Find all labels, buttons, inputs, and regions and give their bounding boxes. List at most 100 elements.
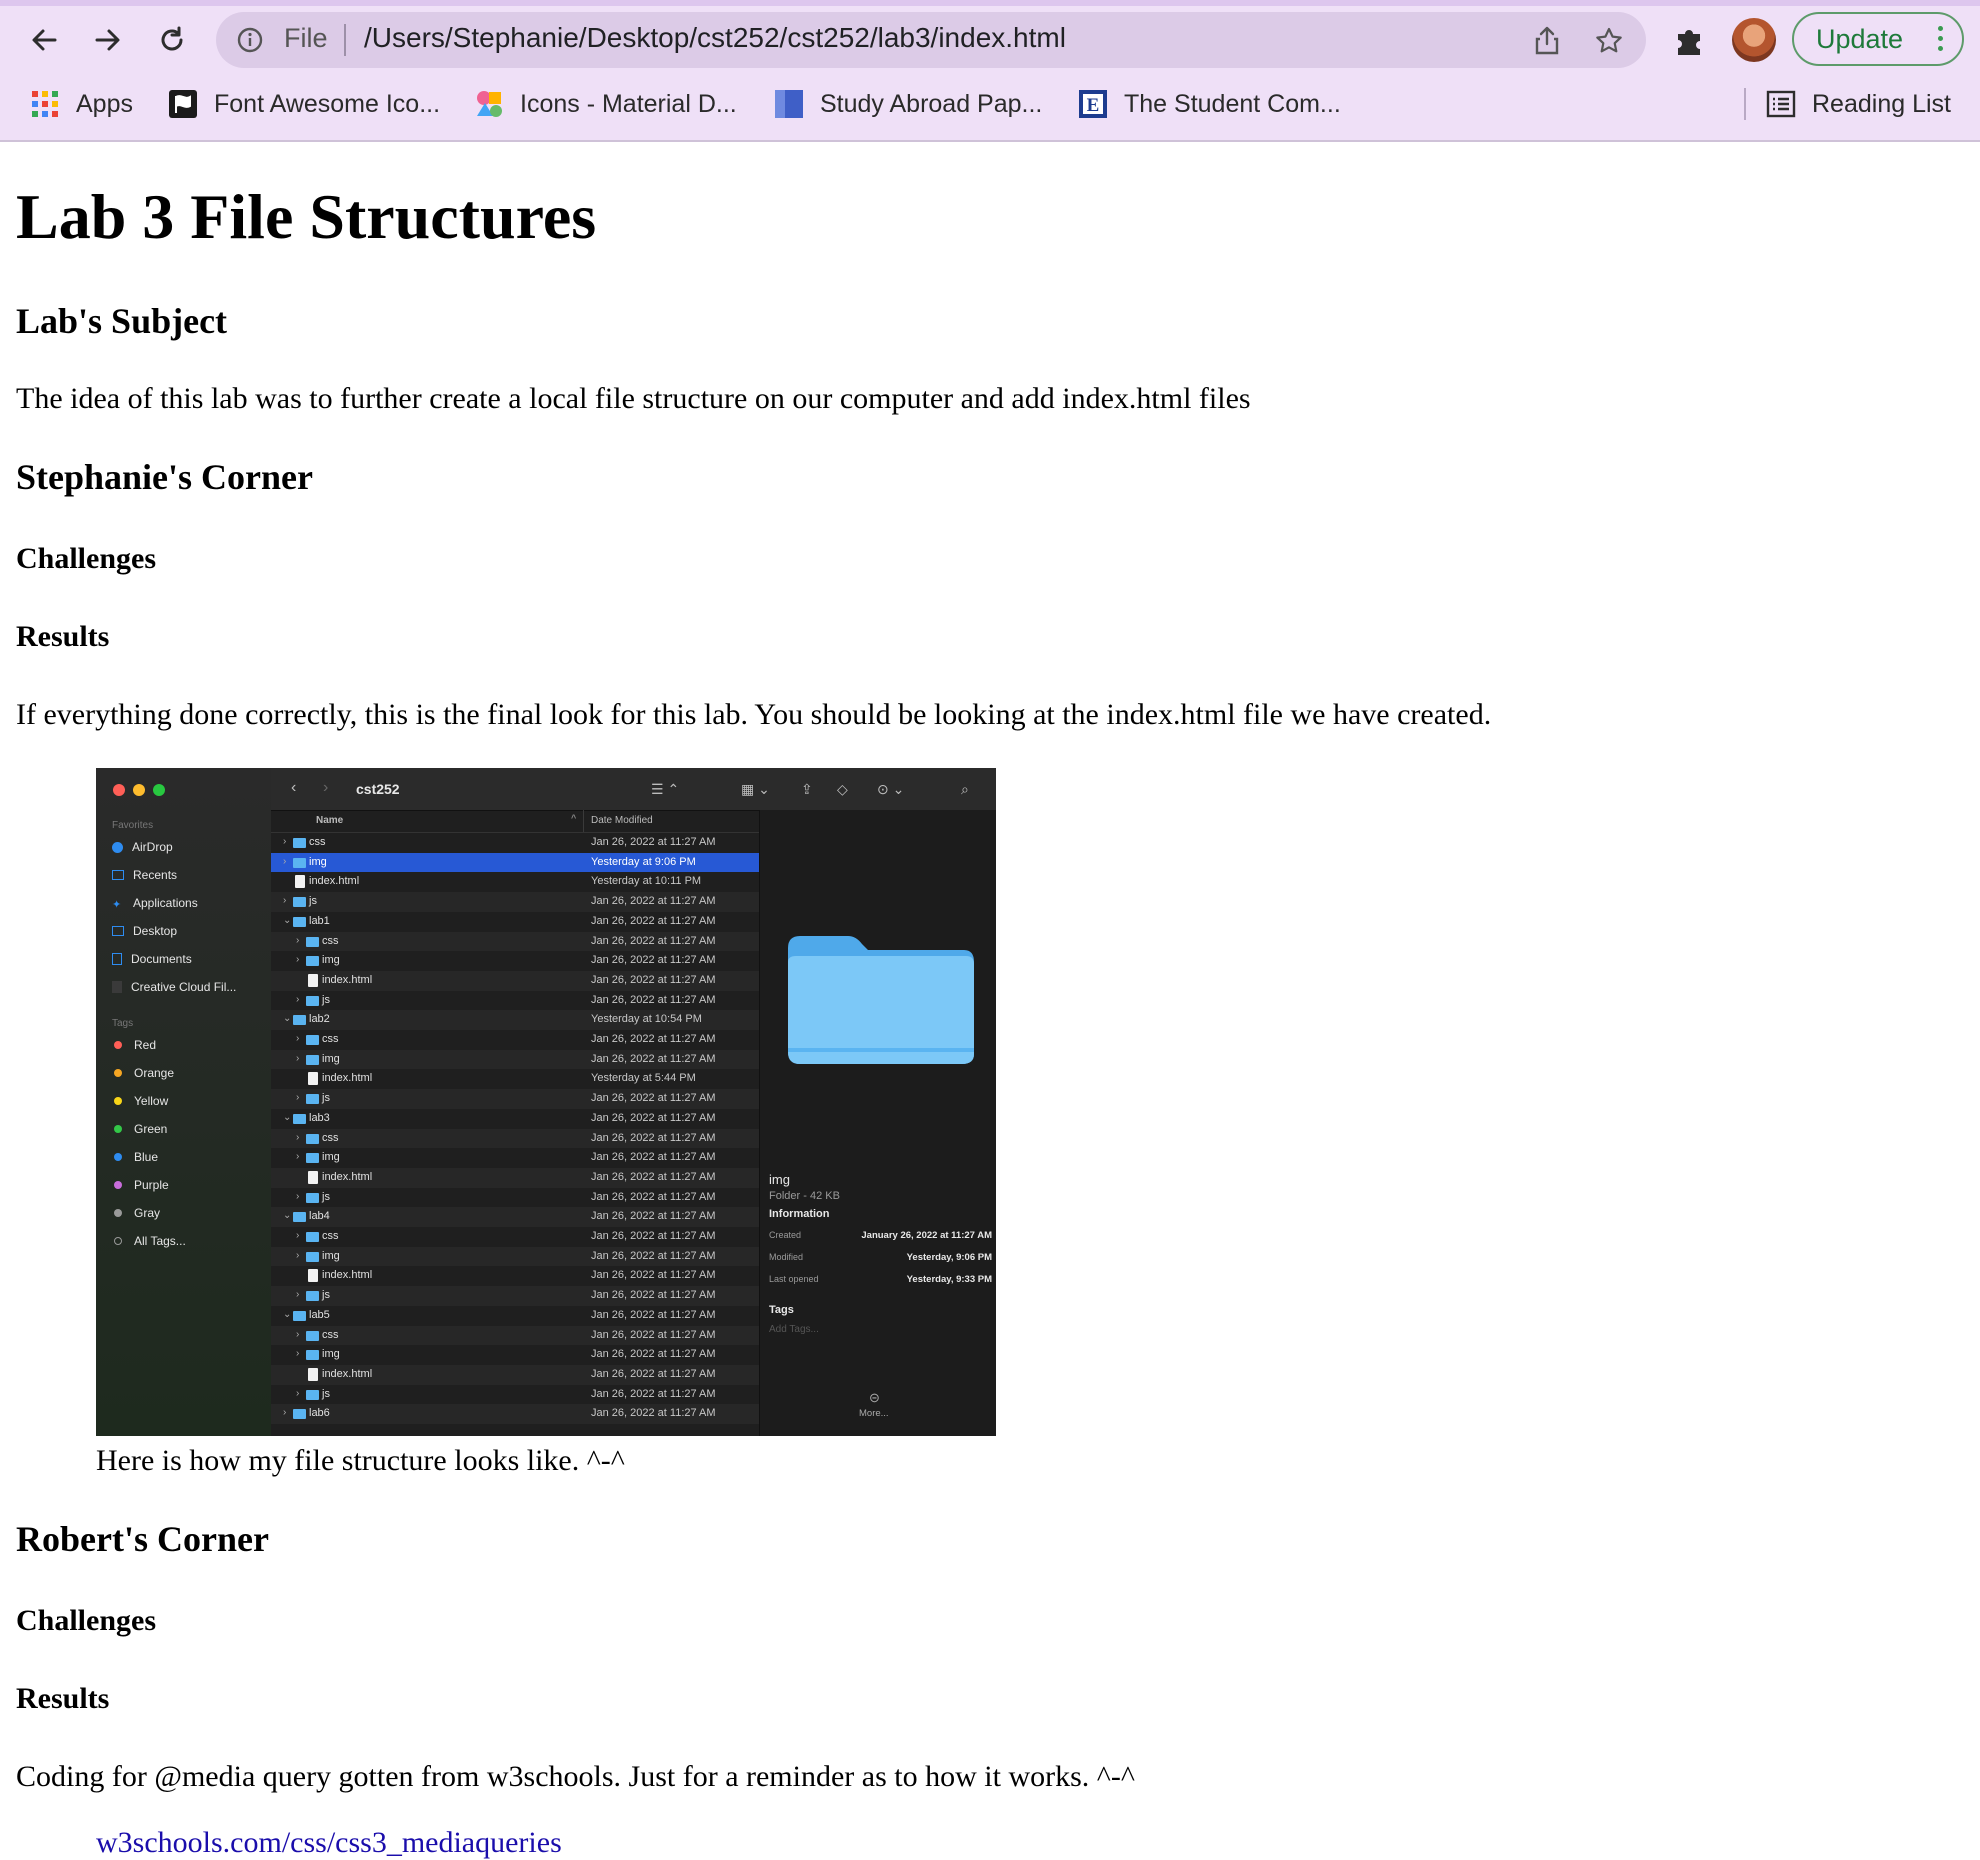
file-name: img	[322, 954, 340, 967]
sidebar-item-applications: ✦ Applications	[112, 896, 198, 911]
file-name: js	[322, 1092, 330, 1105]
date-modified: Jan 26, 2022 at 11:27 AM	[591, 1151, 716, 1164]
tag-icon: ◇	[837, 781, 848, 797]
file-name: css	[322, 1033, 339, 1045]
file-name: css	[322, 1328, 339, 1341]
date-modified: Jan 26, 2022 at 11:27 AM	[591, 1170, 716, 1183]
desktop-icon	[112, 926, 124, 936]
sidebar-all-tags: All Tags...	[112, 1234, 186, 1248]
finder-forward-icon: ›	[323, 779, 329, 796]
folder-icon	[293, 1310, 306, 1321]
finder-window-title: cst252	[356, 781, 400, 797]
collapsed-chevron-icon: ›	[296, 1151, 300, 1163]
site-info-icon[interactable]	[236, 26, 264, 54]
date-modified: Jan 26, 2022 at 11:27 AM	[591, 1387, 716, 1400]
bookmark-student-com[interactable]: E The Student Com...	[1078, 84, 1341, 124]
finder-row: › img Jan 26, 2022 at 11:27 AM	[271, 1246, 759, 1267]
menu-dots-icon[interactable]	[1938, 26, 1944, 54]
file-name: css	[309, 836, 326, 848]
created-label: Created	[769, 1230, 802, 1240]
bookmark-star-icon[interactable]	[1594, 26, 1624, 56]
file-name: js	[322, 1190, 330, 1203]
date-modified: Jan 26, 2022 at 11:27 AM	[591, 1367, 716, 1380]
screenshot-caption: Here is how my file structure looks like…	[96, 1444, 625, 1477]
collapsed-chevron-icon: ›	[296, 1230, 300, 1241]
finder-row: › css Jan 26, 2022 at 11:27 AM	[271, 833, 759, 853]
finder-row: › js Jan 26, 2022 at 11:27 AM	[271, 1385, 759, 1405]
bookmark-apps[interactable]: Apps	[30, 84, 133, 124]
preview-information-label: Information	[769, 1208, 830, 1220]
file-name: img	[322, 1249, 340, 1262]
folder-icon	[306, 936, 319, 947]
zoom-dot	[153, 784, 165, 796]
bookmark-label: Font Awesome Ico...	[214, 89, 441, 118]
folder-icon	[293, 1113, 306, 1124]
sidebar-item-creative-cloud: Creative Cloud Fil...	[112, 980, 236, 994]
modified-value: Yesterday, 9:06 PM	[906, 1252, 992, 1263]
bookmark-material-icons[interactable]: Icons - Material D...	[474, 84, 737, 124]
sidebar-item-documents: Documents	[112, 952, 192, 966]
reload-button[interactable]	[150, 18, 194, 62]
file-name: css	[322, 934, 339, 947]
collapsed-chevron-icon: ›	[296, 1052, 300, 1064]
finder-row: index.html Jan 26, 2022 at 11:27 AM	[271, 970, 759, 991]
profile-avatar[interactable]	[1732, 18, 1776, 62]
collapsed-chevron-icon: ›	[296, 1328, 300, 1340]
bookmark-label: Study Abroad Pap...	[820, 89, 1043, 118]
sort-chevron-icon: ^	[571, 813, 577, 823]
finder-toolbar: ‹ › cst252 ☰ ⌃ ▦ ⌄ ⇪ ◇ ⊙ ⌄ ⌕	[271, 768, 996, 811]
file-name: lab2	[309, 1013, 330, 1026]
tag-dot	[114, 1097, 122, 1105]
bookmark-font-awesome[interactable]: Font Awesome Ico...	[168, 84, 440, 124]
sidebar-item-desktop: Desktop	[112, 924, 177, 938]
document-icon	[112, 953, 122, 965]
finder-row: › img Jan 26, 2022 at 11:27 AM	[271, 951, 759, 971]
collapsed-chevron-icon: ›	[296, 1190, 300, 1202]
finder-row: ⌄ lab3 Jan 26, 2022 at 11:27 AM	[271, 1109, 759, 1129]
file-name: js	[322, 1387, 330, 1400]
last-opened-label: Last opened	[769, 1274, 819, 1284]
date-modified: Jan 26, 2022 at 11:27 AM	[591, 1190, 716, 1203]
collapsed-chevron-icon: ›	[283, 895, 287, 907]
finder-row: › css Jan 26, 2022 at 11:27 AM	[271, 1325, 759, 1346]
update-button[interactable]: Update	[1792, 12, 1964, 66]
file-name: img	[322, 1052, 340, 1065]
all-tags-icon	[114, 1237, 122, 1245]
extensions-puzzle-icon[interactable]	[1672, 22, 1708, 58]
forward-button[interactable]	[86, 18, 130, 62]
share-icon[interactable]	[1532, 26, 1562, 56]
file-name: index.html	[322, 1367, 373, 1380]
sidebar-tag-purple: Purple	[112, 1178, 169, 1192]
address-bar[interactable]: File /Users/Stephanie/Desktop/cst252/cst…	[216, 12, 1646, 68]
url-scheme-label: File	[284, 23, 328, 53]
folder-icon	[293, 838, 306, 848]
tag-dot	[114, 1153, 122, 1161]
file-name: index.html	[322, 1170, 373, 1183]
url-text[interactable]: /Users/Stephanie/Desktop/cst252/cst252/l…	[364, 22, 1066, 54]
finder-row: ⌄ lab5 Jan 26, 2022 at 11:27 AM	[271, 1306, 759, 1326]
svg-text:E: E	[1087, 95, 1100, 116]
bookmark-study-abroad[interactable]: Study Abroad Pap...	[774, 84, 1042, 124]
reading-list-button[interactable]: Reading List	[1766, 84, 1951, 124]
w3schools-link[interactable]: w3schools.com/css/css3_mediaqueries	[96, 1826, 562, 1860]
date-column-header: Date Modified	[591, 815, 653, 826]
robert-results-heading: Results	[16, 1682, 110, 1715]
more-actions-icon: ⊙ ⌄	[877, 781, 905, 797]
finder-row: › lab6 Jan 26, 2022 at 11:27 AM	[271, 1404, 759, 1424]
column-divider	[583, 810, 584, 832]
folder-icon	[293, 857, 306, 868]
tag-dot	[114, 1069, 122, 1077]
finder-row: index.html Jan 26, 2022 at 11:27 AM	[271, 1266, 759, 1286]
back-button[interactable]	[22, 18, 66, 62]
forward-arrow-icon	[95, 29, 120, 51]
bookmarks-separator	[1744, 88, 1746, 120]
preview-tags-label: Tags	[769, 1304, 794, 1316]
file-name: img	[309, 855, 327, 868]
bookmark-label: Apps	[76, 89, 133, 118]
folder-icon	[306, 1133, 319, 1144]
folder-icon	[306, 1330, 319, 1341]
date-modified: Yesterday at 9:06 PM	[591, 855, 696, 868]
collapsed-chevron-icon: ›	[296, 1131, 300, 1143]
date-modified: Jan 26, 2022 at 11:27 AM	[591, 1348, 716, 1361]
add-tags-placeholder: Add Tags...	[769, 1324, 819, 1335]
